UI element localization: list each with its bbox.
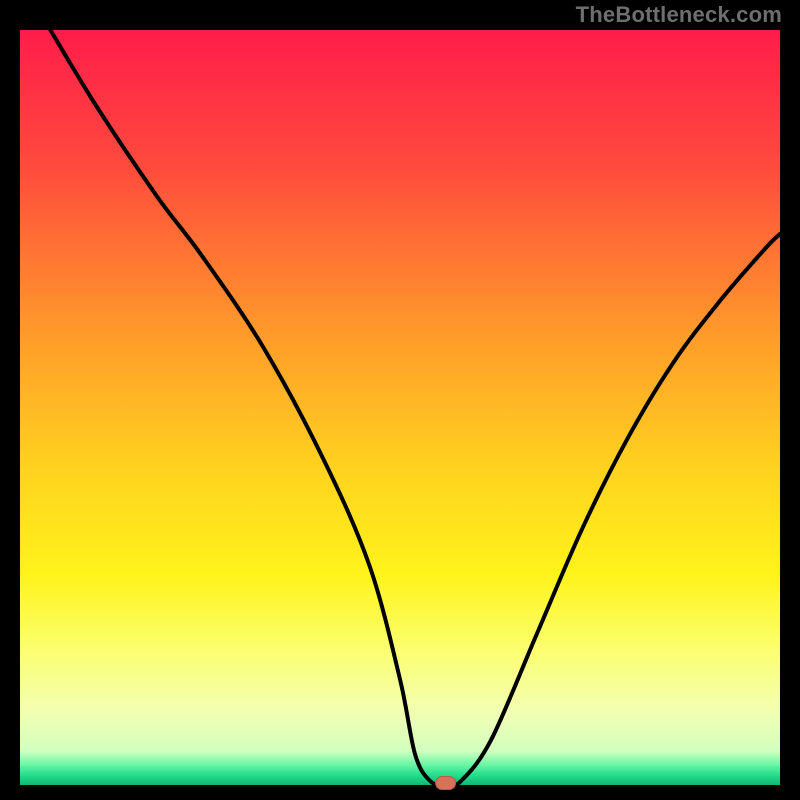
- chart-frame: TheBottleneck.com: [0, 0, 800, 800]
- optimum-marker: [436, 777, 456, 790]
- bottleneck-chart: [0, 0, 800, 800]
- watermark-text: TheBottleneck.com: [576, 2, 782, 28]
